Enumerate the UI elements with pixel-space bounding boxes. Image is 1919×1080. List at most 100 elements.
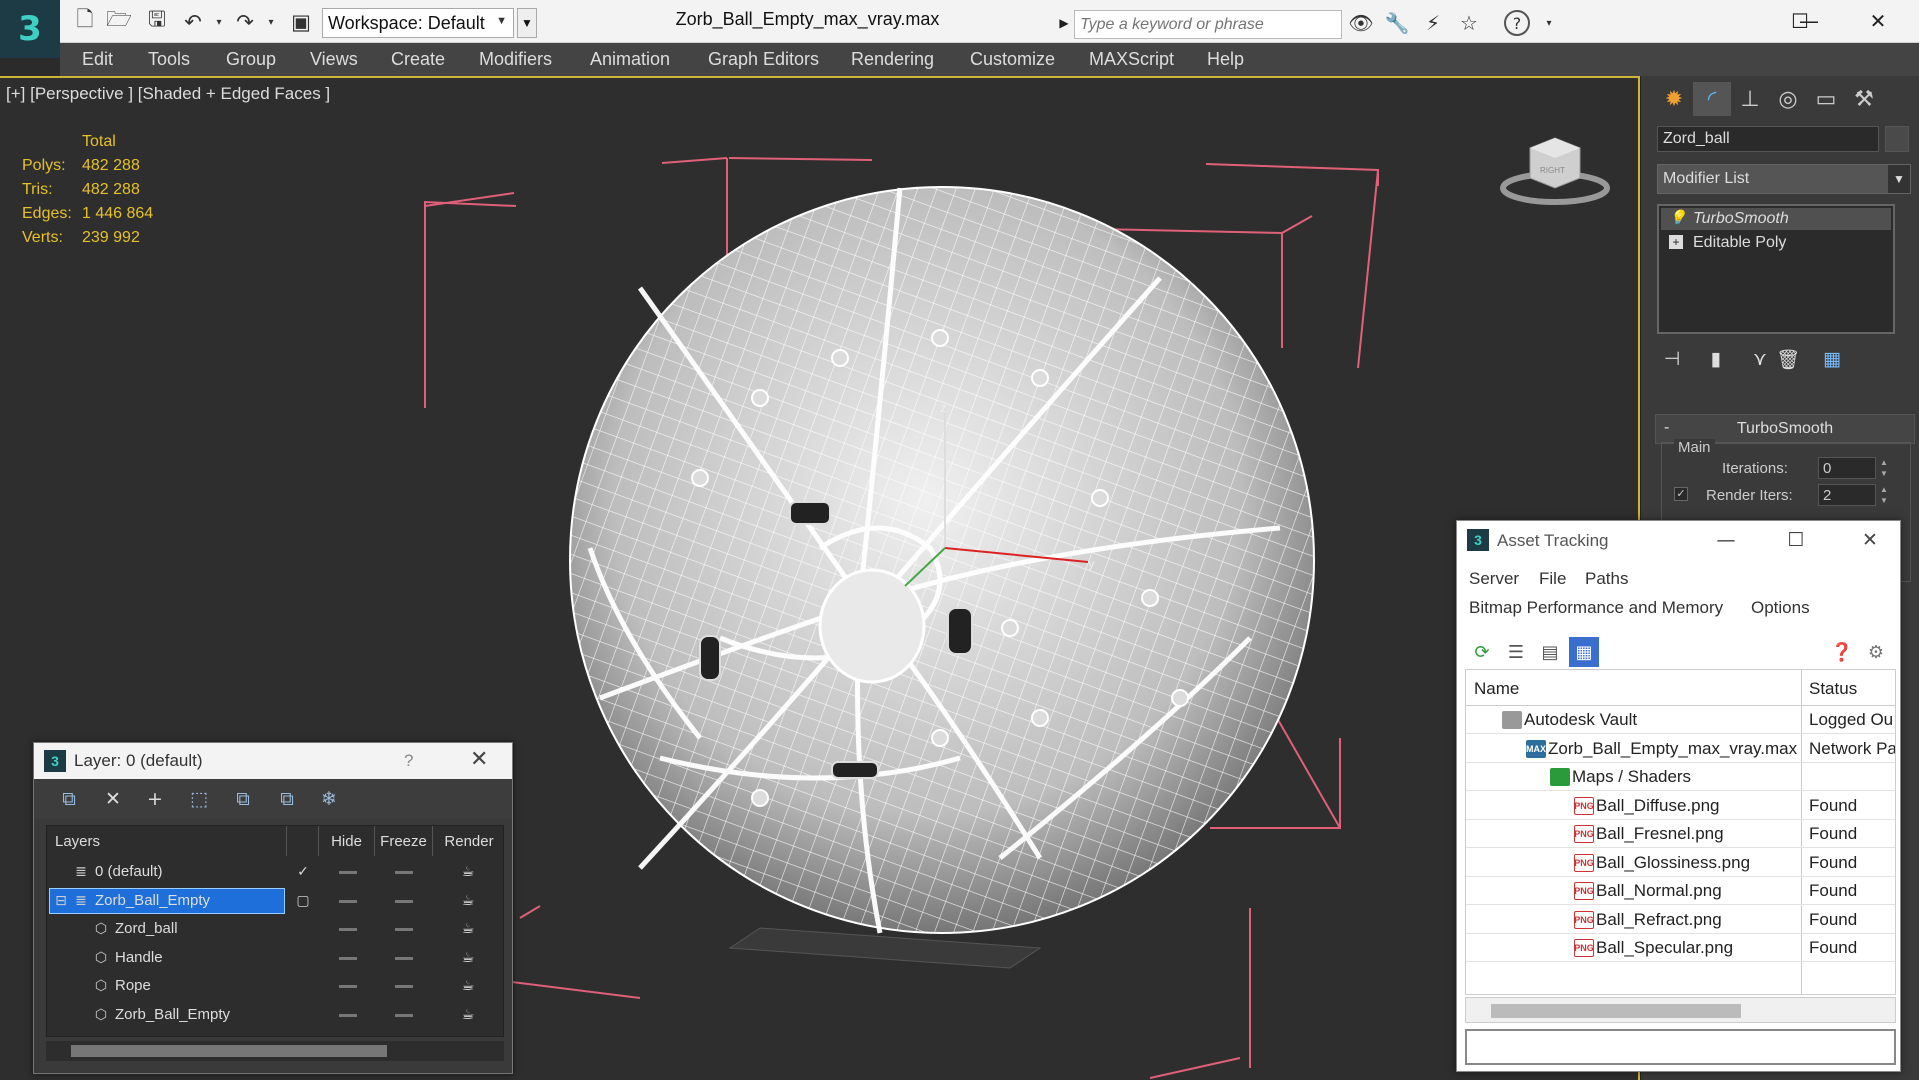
menu-maxscript[interactable]: MAXScript — [1089, 49, 1174, 70]
object-color-swatch[interactable] — [1885, 126, 1909, 152]
close-icon[interactable]: ✕ — [1853, 525, 1887, 555]
freeze-all-icon[interactable]: ❄ — [314, 785, 344, 813]
save-icon[interactable]: 🖫 — [144, 7, 170, 34]
menu-tools[interactable]: Tools — [148, 49, 190, 70]
menu-customize[interactable]: Customize — [970, 49, 1055, 70]
menu-group[interactable]: Group — [226, 49, 276, 70]
horizontal-scrollbar[interactable] — [1465, 997, 1896, 1023]
add-to-layer-icon[interactable]: + — [140, 785, 170, 813]
help-icon[interactable]: ? — [1504, 10, 1530, 36]
communication-center-icon[interactable]: ⚡ — [1418, 10, 1448, 36]
configure-sets-icon[interactable]: ▦ — [1817, 346, 1847, 372]
column-header-status[interactable]: Status — [1809, 679, 1857, 699]
table-row[interactable]: Autodesk Vault Logged Ou — [1466, 706, 1895, 734]
create-layer-icon[interactable]: ⧉ — [54, 785, 84, 813]
pin-stack-icon[interactable]: ⊣ — [1657, 346, 1687, 372]
hide-toggle[interactable] — [339, 1014, 357, 1017]
make-unique-icon[interactable]: ⋎ — [1745, 346, 1775, 372]
column-header-hide[interactable]: Hide — [319, 826, 375, 856]
render-teapot-icon[interactable]: ☕ — [457, 891, 479, 911]
set-current-box-icon[interactable]: ▢ — [293, 891, 313, 911]
help-icon[interactable]: ? — [404, 751, 413, 771]
select-in-layer-icon[interactable]: ⬚ — [184, 785, 214, 813]
hide-toggle[interactable] — [339, 928, 357, 932]
table-row[interactable]: Maps / Shaders — [1466, 763, 1895, 791]
table-row[interactable]: PNG Ball_Specular.png Found — [1466, 934, 1895, 962]
menu-views[interactable]: Views — [310, 49, 358, 70]
maximize-icon[interactable]: ☐ — [1770, 4, 1830, 38]
freeze-toggle[interactable] — [395, 928, 413, 932]
scroll-thumb[interactable] — [1491, 1004, 1741, 1018]
horizontal-scrollbar[interactable] — [46, 1041, 504, 1061]
show-end-result-icon[interactable]: ▮ — [1701, 346, 1731, 372]
menu-modifiers[interactable]: Modifiers — [479, 49, 552, 70]
menu-help[interactable]: Help — [1207, 49, 1244, 70]
highlight-selected-icon[interactable]: ⧉ — [228, 785, 258, 813]
menu-server[interactable]: Server — [1469, 569, 1519, 589]
help-icon[interactable]: ❓ — [1827, 637, 1857, 667]
redo-icon[interactable]: ↷ — [232, 10, 258, 34]
menu-file[interactable]: File — [1539, 569, 1566, 589]
minimize-icon[interactable]: — — [1709, 525, 1743, 555]
collapse-icon[interactable]: ⊟ — [51, 891, 71, 911]
binoculars-icon[interactable]: 👁 — [1346, 10, 1376, 36]
render-iters-checkbox[interactable]: ✓ — [1674, 487, 1688, 501]
menu-rendering[interactable]: Rendering — [851, 49, 934, 70]
table-row[interactable]: PNG Ball_Refract.png Found — [1466, 906, 1895, 934]
help-dropdown-icon[interactable]: ▾ — [1534, 10, 1564, 36]
table-row[interactable]: PNG Ball_Diffuse.png Found — [1466, 792, 1895, 820]
spinner-arrows-icon[interactable]: ▲ ▼ — [1880, 484, 1888, 506]
table-row[interactable]: PNG Ball_Glossiness.png Found — [1466, 849, 1895, 877]
zorb-ball-mesh[interactable] — [569, 186, 1315, 934]
stack-item-editable-poly[interactable]: + Editable Poly — [1661, 232, 1891, 254]
viewcube[interactable]: RIGHT — [1500, 128, 1610, 208]
create-tab-icon[interactable]: ✹ — [1655, 82, 1693, 116]
layer-row[interactable]: ⬡ Handle ☕ — [47, 944, 505, 972]
table-view-icon[interactable]: ▦ — [1569, 637, 1599, 667]
render-iters-spinner[interactable]: 2 — [1818, 484, 1876, 506]
table-row[interactable]: MAX Zorb_Ball_Empty_max_vray.max Network P… — [1466, 735, 1895, 763]
column-header-layers[interactable]: Layers — [47, 826, 287, 856]
menu-options[interactable]: Options — [1751, 598, 1810, 618]
list-view-icon[interactable]: ☰ — [1501, 637, 1531, 667]
render-teapot-icon[interactable]: ☕ — [457, 976, 479, 996]
modify-tab-icon[interactable]: ◜ — [1693, 82, 1731, 116]
column-header-freeze[interactable]: Freeze — [375, 826, 433, 856]
thumbnail-view-icon[interactable]: ▤ — [1535, 637, 1565, 667]
scroll-thumb[interactable] — [71, 1045, 387, 1057]
render-teapot-icon[interactable]: ☕ — [457, 862, 479, 882]
motion-tab-icon[interactable]: ◎ — [1769, 82, 1807, 116]
layer-row[interactable]: ⊟ ≣ Zorb_Ball_Empty ▢ ☕ — [47, 887, 505, 915]
freeze-toggle[interactable] — [395, 956, 413, 960]
menu-graph-editors[interactable]: Graph Editors — [708, 49, 819, 70]
layer-row[interactable]: ≣ 0 (default) ✓ ☕ — [47, 858, 505, 886]
remove-modifier-icon[interactable]: 🗑 — [1773, 346, 1803, 372]
modifier-list-dropdown[interactable]: Modifier List ▼ — [1657, 164, 1911, 194]
menu-paths[interactable]: Paths — [1585, 569, 1628, 589]
layer-row[interactable]: ⬡ Zorb_Ball_Empty ☕ — [47, 1001, 505, 1029]
favorites-star-icon[interactable]: ☆ — [1454, 10, 1484, 36]
layer-row[interactable]: ⬡ Rope ☕ — [47, 972, 505, 1000]
table-row[interactable]: PNG Ball_Normal.png Found — [1466, 877, 1895, 905]
layer-row[interactable]: ⬡ Zord_ball ☕ — [47, 915, 505, 943]
wrench-search-icon[interactable]: 🔧 — [1382, 10, 1412, 36]
menu-edit[interactable]: Edit — [82, 49, 113, 70]
stack-item-turbosmooth[interactable]: 💡 TurboSmooth — [1661, 208, 1891, 230]
freeze-toggle[interactable] — [395, 871, 413, 874]
object-name-field[interactable]: Zord_ball — [1657, 126, 1879, 152]
project-folder-icon[interactable]: ▣ — [288, 10, 314, 34]
search-expand-icon[interactable]: ▶ — [1055, 10, 1073, 36]
current-layer-check-icon[interactable]: ✓ — [293, 862, 313, 882]
undo-dropdown-icon[interactable]: ▾ — [206, 10, 232, 34]
settings-icon[interactable]: ⚙ — [1861, 637, 1891, 667]
spinner-arrows-icon[interactable]: ▲ ▼ — [1880, 457, 1888, 479]
utilities-tab-icon[interactable]: ⚒ — [1845, 82, 1883, 116]
render-teapot-icon[interactable]: ☕ — [457, 1005, 479, 1025]
expand-plus-icon[interactable]: + — [1669, 235, 1683, 249]
workspace-menu-arrow-icon[interactable]: ▼ — [517, 8, 537, 38]
table-row[interactable]: PNG Ball_Fresnel.png Found — [1466, 820, 1895, 848]
new-file-icon[interactable]: 🗋 — [72, 7, 98, 34]
viewport-label[interactable]: [+] [Perspective ] [Shaded + Edged Faces… — [6, 84, 330, 104]
freeze-toggle[interactable] — [395, 899, 413, 903]
open-file-icon[interactable]: 🗁 — [106, 7, 132, 34]
